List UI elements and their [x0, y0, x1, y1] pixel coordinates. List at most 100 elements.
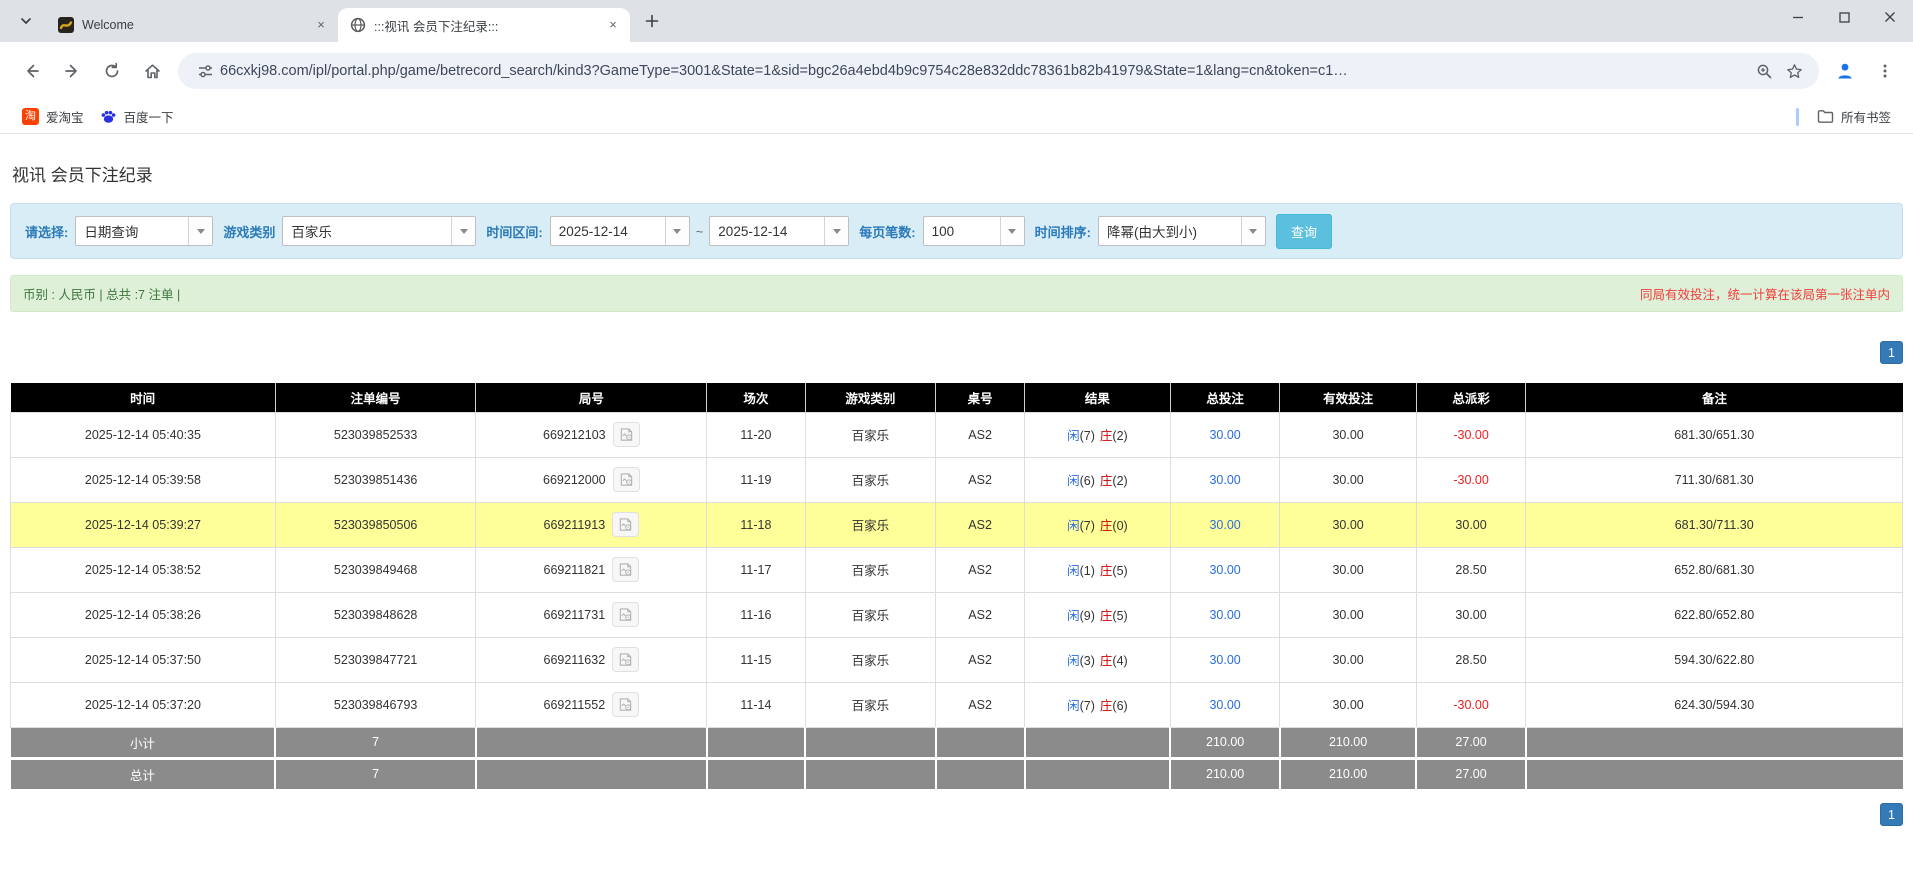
game-type-select[interactable]: 百家乐: [282, 216, 477, 246]
round-video-button[interactable]: [612, 512, 640, 537]
total-row: 总计 7 210.00 210.00 27.00: [10, 756, 1903, 789]
baidu-paw-icon: [101, 110, 115, 123]
info-bar: 币别 : 人民币 | 总共 :7 注单 | 同局有效投注，统一计算在该局第一张注…: [10, 275, 1903, 312]
cell-time: 2025-12-14 05:38:52: [10, 546, 276, 593]
total-bet-link[interactable]: 30.00: [1209, 653, 1240, 667]
time-range-label: 时间区间:: [486, 224, 543, 240]
cell-round: 669211731: [475, 591, 708, 638]
total-bet-link[interactable]: 30.00: [1209, 518, 1240, 532]
combo-arrow-icon[interactable]: [188, 217, 213, 245]
minimize-icon: [1793, 16, 1803, 19]
round-id: 669212000: [543, 472, 606, 487]
cell-result: 闲(3) 庄(4): [1024, 636, 1171, 683]
banker-result: 庄: [1099, 474, 1113, 488]
combo-arrow-icon[interactable]: [1240, 217, 1265, 245]
page-number-button[interactable]: 1: [1880, 341, 1903, 364]
cell-payout: -30.00: [1415, 411, 1527, 458]
broken-media-icon: [619, 518, 632, 531]
cell-result: 闲(9) 庄(5): [1024, 591, 1171, 638]
bookmarks-bar: 淘 爱淘宝 百度一下 所有书签: [0, 100, 1913, 134]
cell-game: 百家乐: [804, 456, 937, 503]
sort-select[interactable]: 降幂(由大到小): [1097, 216, 1266, 246]
zoom-button[interactable]: [1749, 56, 1779, 86]
bookmark-taobao[interactable]: 淘 爱淘宝: [14, 104, 92, 129]
banker-score: (2): [1112, 474, 1128, 488]
combo-arrow-icon[interactable]: [824, 217, 849, 245]
pagination-bottom: 1: [10, 803, 1903, 826]
cell-result: 闲(6) 庄(2): [1024, 456, 1171, 503]
url-text[interactable]: 66cxkj98.com/ipl/portal.php/game/betreco…: [220, 63, 1749, 79]
table-header: 时间 注单编号 局号 场次 游戏类别 桌号 结果 总投注 有效投注 总派彩 备注: [10, 383, 1903, 412]
player-score: (9): [1079, 609, 1095, 623]
cell-round: 669212103: [475, 411, 708, 458]
round-video-button[interactable]: [612, 647, 640, 672]
site-settings-button[interactable]: [190, 56, 220, 86]
round-video-button[interactable]: [612, 692, 640, 717]
refresh-button[interactable]: [94, 53, 130, 89]
sort-value: 降幂(由大到小): [1106, 225, 1197, 240]
round-video-button[interactable]: [612, 422, 640, 447]
round-video-button[interactable]: [612, 467, 640, 492]
bookmark-baidu[interactable]: 百度一下: [92, 104, 182, 129]
round-video-button[interactable]: [612, 602, 640, 627]
new-tab-button[interactable]: [638, 7, 666, 35]
home-button[interactable]: [134, 53, 170, 89]
total-bet-link[interactable]: 30.00: [1209, 563, 1240, 577]
tab-welcome[interactable]: Welcome ×: [46, 8, 338, 42]
game-type-label: 游戏类别: [223, 224, 276, 240]
subtotal-valid-bet: 210.00: [1279, 727, 1418, 758]
back-button[interactable]: [14, 53, 50, 89]
minimize-button[interactable]: [1775, 0, 1821, 34]
cell-result: 闲(7) 庄(0): [1024, 501, 1171, 548]
broken-media-icon: [619, 608, 632, 621]
query-type-value: 日期查询: [84, 225, 139, 240]
combo-arrow-icon[interactable]: [451, 217, 476, 245]
page-size-select[interactable]: 100: [922, 216, 1025, 246]
cell-bet-id: 523039850506: [274, 501, 477, 548]
cell-session: 11-15: [706, 636, 806, 683]
globe-favicon-icon: [350, 17, 366, 33]
tab-search-button[interactable]: [12, 7, 40, 35]
tab-betrecord-active[interactable]: :::视讯 会员下注纪录::: ×: [338, 8, 630, 42]
all-bookmarks-button[interactable]: 所有书签: [1809, 104, 1899, 129]
total-bet-link[interactable]: 30.00: [1209, 698, 1240, 712]
cell-valid-bet: 30.00: [1279, 456, 1417, 503]
query-button[interactable]: 查询: [1275, 213, 1332, 249]
player-score: (3): [1079, 654, 1095, 668]
banker-result: 庄: [1099, 564, 1113, 578]
total-bet-link[interactable]: 30.00: [1209, 473, 1240, 487]
total-count: 7: [275, 756, 477, 789]
total-bet-link[interactable]: 30.00: [1209, 428, 1240, 442]
tab-close-icon[interactable]: ×: [312, 16, 330, 34]
browser-menu-button[interactable]: [1867, 53, 1903, 89]
query-type-select[interactable]: 日期查询: [75, 216, 214, 246]
profile-icon: [1838, 63, 1852, 79]
total-valid-bet: 210.00: [1279, 756, 1418, 789]
combo-arrow-icon[interactable]: [999, 217, 1024, 245]
page-content: 视讯 会员下注纪录 请选择: 日期查询 游戏类别 百家乐 时间区间: 2025-…: [0, 161, 1913, 826]
subtotal-count: 7: [275, 727, 477, 758]
taobao-icon: 淘: [22, 108, 39, 125]
date-to-select[interactable]: 2025-12-14: [709, 216, 850, 246]
cell-remark: 681.30/711.30: [1525, 501, 1903, 548]
tab-close-icon[interactable]: ×: [604, 16, 622, 34]
valid-bet-note: 同局有效投注，统一计算在该局第一张注单内: [1639, 288, 1890, 302]
bookmark-star-button[interactable]: [1779, 56, 1809, 86]
close-window-button[interactable]: [1867, 0, 1913, 34]
address-bar[interactable]: 66cxkj98.com/ipl/portal.php/game/betreco…: [178, 53, 1819, 89]
cell-payout: -30.00: [1415, 456, 1527, 503]
column-header: 结果: [1024, 383, 1171, 412]
total-bet-link[interactable]: 30.00: [1209, 608, 1240, 622]
combo-arrow-icon[interactable]: [664, 217, 689, 245]
page-size-label: 每页笔数:: [859, 224, 916, 240]
page-number-button[interactable]: 1: [1880, 803, 1903, 826]
round-id: 669211731: [543, 607, 606, 622]
round-video-button[interactable]: [612, 557, 640, 582]
date-from-select[interactable]: 2025-12-14: [549, 216, 690, 246]
forward-button[interactable]: [54, 53, 90, 89]
profile-button[interactable]: [1827, 53, 1863, 89]
cell-time: 2025-12-14 05:39:27: [10, 501, 276, 548]
sort-label: 时间排序:: [1034, 224, 1091, 240]
cell-table-no: AS2: [935, 636, 1026, 683]
maximize-button[interactable]: [1821, 0, 1867, 34]
